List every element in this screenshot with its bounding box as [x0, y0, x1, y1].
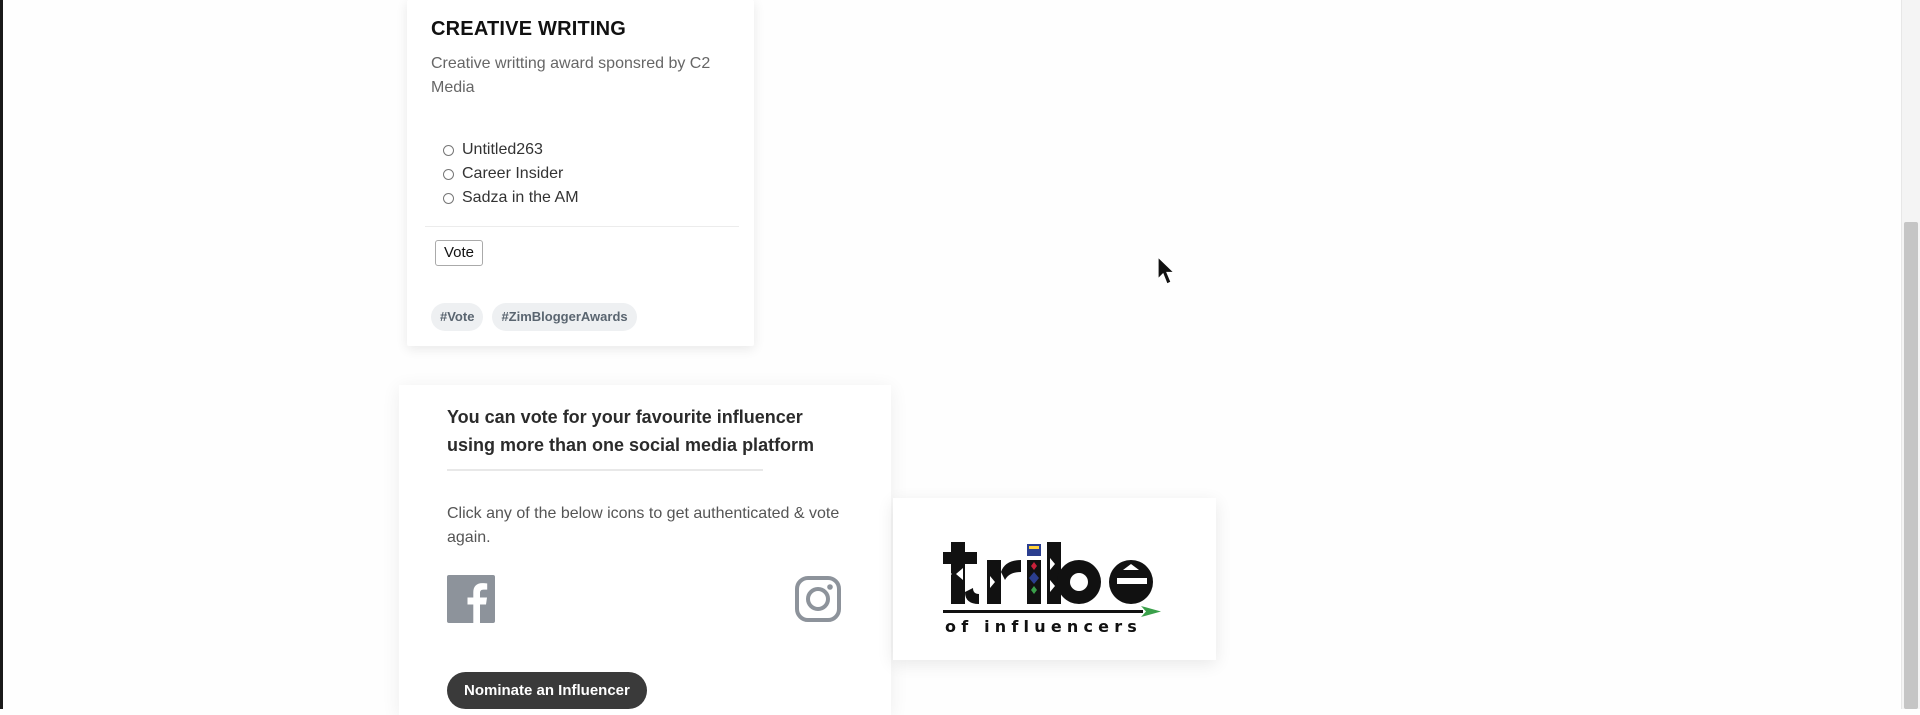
instagram-icon[interactable] [794, 575, 842, 623]
nominate-influencer-button[interactable]: Nominate an Influencer [447, 672, 647, 709]
tag-zimbloggerawards[interactable]: #ZimBloggerAwards [492, 303, 637, 331]
poll-card: CREATIVE WRITING Creative writting award… [407, 0, 754, 346]
social-vote-heading: You can vote for your favourite influenc… [447, 407, 815, 455]
social-vote-card: You can vote for your favourite influenc… [399, 385, 891, 715]
poll-option-label: Untitled263 [462, 141, 543, 158]
tag-list: #Vote #ZimBloggerAwards [431, 303, 637, 331]
poll-option-label: Career Insider [462, 165, 564, 182]
tribe-logo-card: of influencers [893, 498, 1216, 660]
poll-option-label: Sadza in the AM [462, 189, 579, 206]
heading-underline [447, 469, 763, 471]
divider [425, 226, 739, 227]
radio-button[interactable] [443, 144, 454, 156]
poll-options: Untitled263 Career Insider Sadza in the … [443, 138, 579, 210]
mouse-cursor-icon [1157, 255, 1177, 286]
scrollbar[interactable] [1901, 0, 1920, 709]
svg-text:of influencers: of influencers [945, 617, 1142, 636]
vote-button[interactable]: Vote [435, 240, 484, 266]
window-left-edge [0, 0, 3, 709]
radio-button[interactable] [443, 168, 454, 180]
radio-button[interactable] [443, 192, 454, 204]
scrollbar-thumb[interactable] [1904, 222, 1918, 709]
poll-option[interactable]: Untitled263 [443, 138, 579, 162]
facebook-icon[interactable] [447, 575, 495, 623]
social-vote-instructions: Click any of the below icons to get auth… [447, 505, 840, 546]
tag-vote[interactable]: #Vote [431, 303, 484, 331]
poll-option[interactable]: Career Insider [443, 162, 579, 186]
tribe-of-influencers-logo: of influencers [943, 518, 1173, 638]
poll-option[interactable]: Sadza in the AM [443, 186, 579, 210]
poll-description: Creative writting award sponsred by C2 M… [431, 55, 711, 96]
poll-title: CREATIVE WRITING [431, 18, 627, 40]
